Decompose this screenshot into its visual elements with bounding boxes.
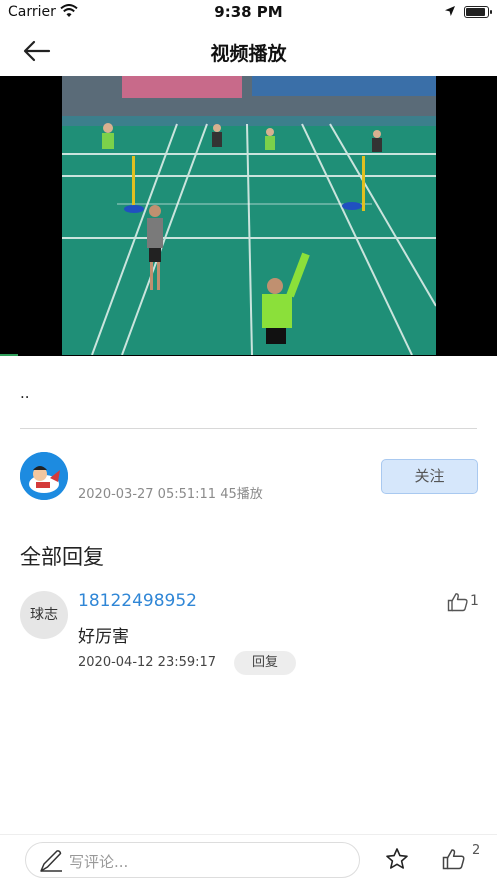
follow-button[interactable]: 关注 — [381, 459, 478, 494]
cartoon-avatar-icon — [20, 452, 68, 500]
video-description: .. — [20, 384, 30, 402]
comment-text: 好厉害 — [78, 627, 129, 647]
comment-username[interactable]: 18122498952 — [78, 591, 197, 611]
comment-input-placeholder: 写评论... — [69, 853, 129, 871]
back-arrow-icon[interactable] — [22, 38, 52, 64]
pen-icon — [40, 850, 62, 872]
video-thumbnail — [62, 76, 436, 355]
comment-like-count: 1 — [470, 593, 479, 609]
thumbs-up-icon[interactable] — [442, 848, 466, 870]
like-count: 2 — [472, 843, 481, 858]
navigation-bar: 视频播放 — [0, 26, 497, 76]
thumbs-up-icon[interactable] — [447, 592, 469, 612]
video-progress-bar[interactable] — [0, 354, 18, 356]
divider — [20, 428, 477, 429]
comment-avatar[interactable]: 球志 — [20, 591, 68, 639]
bottom-toolbar: 写评论... 2 — [0, 834, 497, 883]
reply-button[interactable]: 回复 — [234, 651, 296, 675]
comment-timestamp: 2020-04-12 23:59:17 — [78, 655, 217, 670]
star-icon[interactable] — [385, 847, 409, 871]
location-arrow-icon — [445, 6, 455, 16]
comments-section-title: 全部回复 — [20, 545, 104, 569]
battery-icon — [464, 6, 492, 18]
comment-input[interactable]: 写评论... — [25, 842, 360, 878]
status-bar: Carrier 9:38 PM — [0, 0, 497, 26]
video-player[interactable] — [0, 76, 497, 356]
author-meta: 2020-03-27 05:51:11 45播放 — [78, 487, 263, 502]
author-avatar[interactable] — [20, 452, 68, 500]
video-frame — [62, 76, 436, 355]
clock: 9:38 PM — [214, 3, 283, 21]
page-title: 视频播放 — [210, 43, 287, 65]
